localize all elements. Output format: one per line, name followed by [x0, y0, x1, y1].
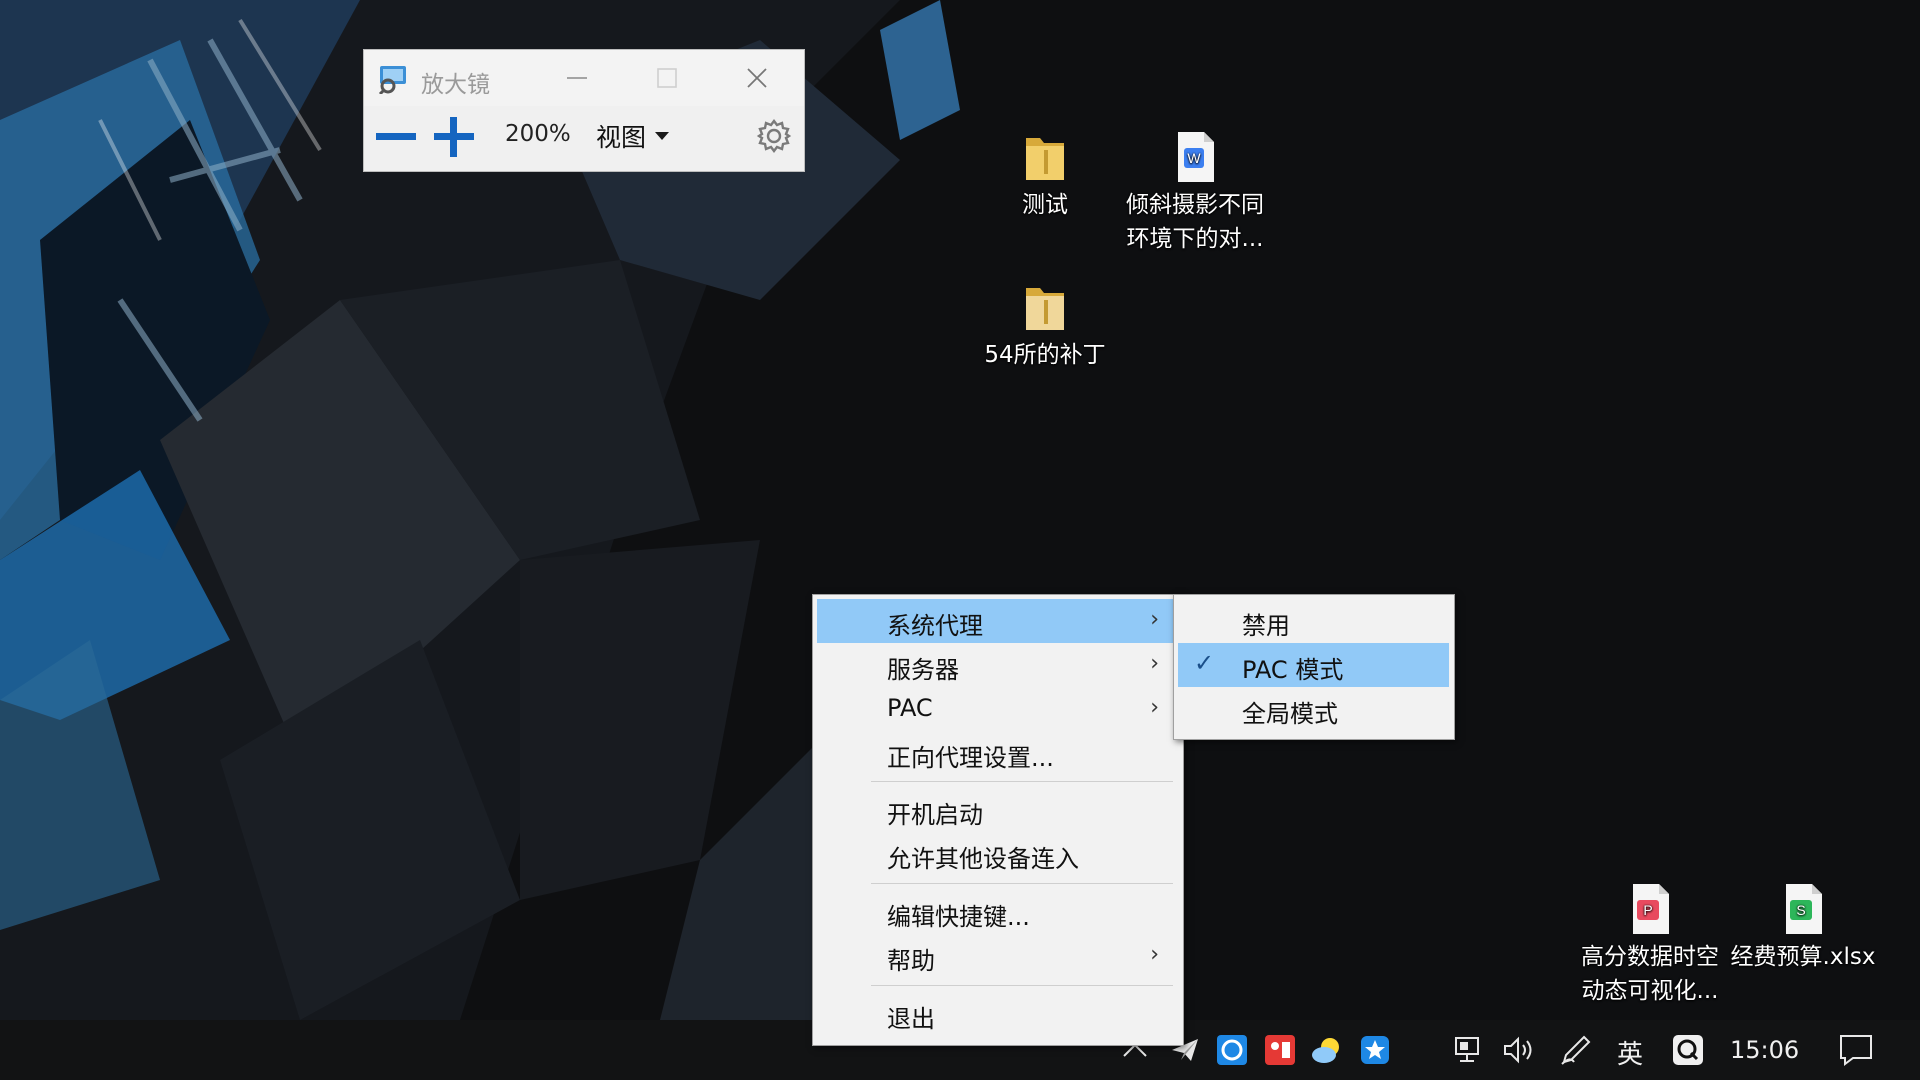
menu-item-label: 帮助 — [887, 947, 935, 975]
desktop-icon-pdf-file[interactable]: P 高分数据时空 动态可视化... — [1570, 882, 1730, 1008]
title-bar[interactable]: 放大镜 — [364, 50, 804, 106]
desktop-icon-label: 经费预算.xlsx — [1730, 944, 1876, 970]
pen-icon — [1561, 1035, 1591, 1065]
chevron-right-icon: › — [1150, 695, 1159, 720]
submenu-item-pac-mode[interactable]: ✓ PAC 模式 — [1178, 643, 1449, 687]
menu-item-label: 退出 — [887, 1005, 935, 1033]
blue-star-app-icon — [1361, 1036, 1389, 1064]
weather-app-tray-button[interactable] — [1307, 1020, 1347, 1080]
folder-icon — [1026, 138, 1064, 180]
pen-tray-button[interactable] — [1556, 1020, 1596, 1080]
folder-icon — [1026, 288, 1064, 330]
menu-item-system-proxy[interactable]: 系统代理 › — [817, 599, 1179, 643]
dropdown-arrow-icon — [655, 132, 670, 140]
view-label: 视图 — [596, 123, 647, 152]
minimize-button[interactable] — [532, 50, 622, 106]
menu-item-label: 正向代理设置... — [887, 744, 1054, 772]
menu-item-label: PAC — [887, 694, 933, 722]
menu-item-label: 允许其他设备连入 — [887, 845, 1079, 873]
desktop-icon-patch-folder[interactable]: 54所的补丁 — [975, 282, 1115, 372]
q-app-tray-button[interactable] — [1668, 1020, 1708, 1080]
desktop-icon-label: 54所的补丁 — [984, 342, 1106, 368]
network-icon — [1455, 1037, 1479, 1062]
zoom-level: 200% — [505, 121, 571, 147]
menu-item-help[interactable]: 帮助 › — [817, 934, 1179, 978]
checkmark-icon: ✓ — [1194, 649, 1215, 677]
submenu-item-label: PAC 模式 — [1242, 656, 1344, 684]
submenu-item-global-mode[interactable]: 全局模式 — [1178, 687, 1449, 731]
desktop-icon-label: 测试 — [1022, 192, 1068, 218]
zoom-out-icon — [376, 133, 416, 140]
magnifier-window: 放大镜 200% 视图 — [363, 49, 805, 172]
window-title: 放大镜 — [421, 72, 490, 98]
desktop-icon-label-line: 动态可视化... — [1581, 978, 1719, 1004]
magnifier-app-icon — [378, 66, 406, 94]
menu-item-label: 开机启动 — [887, 801, 983, 829]
spreadsheet-icon: S — [1786, 884, 1822, 934]
chevron-right-icon: › — [1150, 651, 1159, 676]
menu-item-start-on-boot[interactable]: 开机启动 — [817, 788, 1179, 832]
view-dropdown[interactable]: 视图 — [596, 118, 670, 154]
desktop-icon-label-line: 高分数据时空 — [1581, 944, 1719, 970]
menu-item-pac[interactable]: PAC › — [817, 687, 1179, 731]
input-method-indicator[interactable]: 英 — [1617, 1034, 1643, 1071]
gear-icon[interactable] — [756, 118, 792, 154]
minimize-icon — [567, 77, 587, 79]
svg-text:S: S — [1796, 902, 1805, 918]
action-center-button[interactable] — [1834, 1020, 1878, 1080]
taskbar-clock[interactable]: 15:06 — [1730, 1036, 1799, 1064]
submenu-item-label: 禁用 — [1242, 612, 1290, 640]
magnifier-toolbar: 200% 视图 — [364, 106, 804, 170]
action-center-icon — [1840, 1035, 1872, 1066]
menu-separator — [871, 883, 1173, 884]
menu-item-label: 系统代理 — [887, 612, 983, 640]
zoom-out-button[interactable] — [372, 114, 420, 160]
menu-item-forward-proxy-settings[interactable]: 正向代理设置... — [817, 731, 1179, 775]
desktop-icon-label-line: 环境下的对... — [1126, 226, 1264, 252]
close-icon — [747, 68, 767, 88]
menu-item-quit[interactable]: 退出 — [817, 992, 1179, 1036]
close-button[interactable] — [712, 50, 802, 106]
menu-item-allow-lan[interactable]: 允许其他设备连入 — [817, 832, 1179, 876]
desktop-icon-spreadsheet[interactable]: S 经费预算.xlsx — [1728, 882, 1878, 974]
red-app-tray-button[interactable] — [1260, 1020, 1300, 1080]
desktop-icon-label-line: 倾斜摄影不同 — [1126, 192, 1264, 218]
volume-icon — [1504, 1036, 1532, 1064]
menu-separator — [871, 781, 1173, 782]
feedback-app-icon — [1217, 1035, 1247, 1065]
pdf-file-icon: P — [1633, 884, 1669, 934]
network-tray-button[interactable] — [1450, 1020, 1490, 1080]
menu-separator — [871, 985, 1173, 986]
blue-star-app-tray-button[interactable] — [1355, 1020, 1395, 1080]
zoom-in-button[interactable] — [430, 114, 478, 160]
menu-item-servers[interactable]: 服务器 › — [817, 643, 1179, 687]
maximize-icon — [657, 68, 677, 88]
desktop-icon-test-folder[interactable]: 测试 — [1000, 132, 1090, 222]
svg-text:P: P — [1643, 902, 1652, 918]
chevron-right-icon: › — [1150, 607, 1159, 632]
maximize-button[interactable] — [622, 50, 712, 106]
weather-app-icon — [1312, 1038, 1339, 1063]
word-doc-icon: W — [1178, 132, 1214, 182]
feedback-app-tray-button[interactable] — [1212, 1020, 1252, 1080]
menu-item-edit-hotkeys[interactable]: 编辑快捷键... — [817, 890, 1179, 934]
red-app-icon — [1265, 1035, 1295, 1065]
svg-text:W: W — [1187, 150, 1201, 166]
q-app-icon — [1673, 1035, 1703, 1065]
submenu-item-label: 全局模式 — [1242, 700, 1338, 728]
desktop-icon-word-doc[interactable]: W 倾斜摄影不同 环境下的对... — [1110, 130, 1280, 256]
zoom-in-icon — [434, 117, 474, 157]
menu-item-label: 服务器 — [887, 656, 959, 684]
tray-context-menu: 系统代理 › 服务器 › PAC › 正向代理设置... 开机启动 允许其他设备… — [812, 594, 1184, 1046]
menu-item-label: 编辑快捷键... — [887, 903, 1030, 931]
chevron-right-icon: › — [1150, 942, 1159, 967]
volume-tray-button[interactable] — [1500, 1020, 1540, 1080]
submenu-item-disable[interactable]: 禁用 — [1178, 599, 1449, 643]
system-proxy-submenu: 禁用 ✓ PAC 模式 全局模式 — [1173, 594, 1455, 740]
